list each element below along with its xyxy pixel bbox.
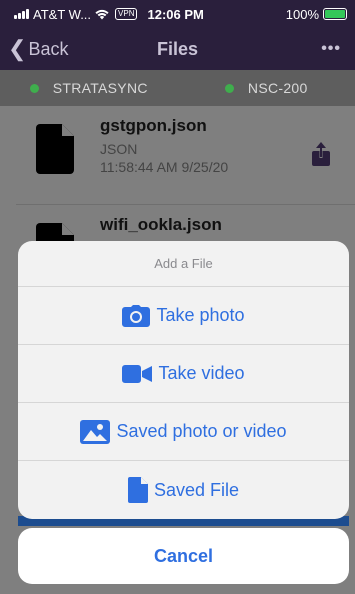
take-photo-button[interactable]: Take photo (18, 287, 349, 345)
action-sheet-title: Add a File (18, 241, 349, 287)
carrier-label: AT&T W... (33, 6, 92, 22)
status-left: AT&T W... VPN 12:06 PM (14, 7, 204, 22)
wifi-icon (95, 9, 109, 19)
status-time: 12:06 PM (147, 6, 204, 22)
status-dot-icon (29, 83, 39, 93)
vpn-badge: VPN (115, 8, 138, 20)
take-video-button[interactable]: Take video (18, 345, 349, 403)
saved-file-button[interactable]: Saved File (18, 461, 349, 519)
cancel-button[interactable]: Cancel (18, 528, 349, 584)
status-bar: AT&T W... VPN 12:06 PM 100% (0, 0, 355, 28)
signal-icon (14, 9, 29, 19)
photo-icon (80, 419, 111, 444)
device-nsc-200: NSC-200 (178, 80, 355, 96)
share-icon[interactable] (311, 142, 331, 166)
saved-file-label: Saved File (153, 479, 240, 500)
battery-icon (323, 8, 347, 20)
more-options-button[interactable]: ••• (321, 40, 341, 58)
take-video-label: Take video (158, 363, 245, 383)
file-info: gstgpon.json JSON 11:58:44 AM 9/25/20 (100, 116, 228, 176)
device-name: STRATASYNC (52, 80, 148, 96)
chevron-left-icon: ❮ (8, 36, 27, 61)
list-item[interactable]: gstgpon.json JSON 11:58:44 AM 9/25/20 (0, 106, 355, 204)
status-dot-icon (224, 83, 234, 93)
file-date: 11:58:44 AM 9/25/20 (100, 159, 229, 175)
take-photo-label: Take photo (156, 305, 245, 325)
file-type: JSON (100, 141, 138, 157)
status-right: 100% (286, 7, 347, 22)
file-name: wifi_ookla.json (100, 215, 222, 234)
saved-photo-or-video-button[interactable]: Saved photo or video (18, 403, 349, 461)
add-file-action-sheet: Add a File Take photo Take video Saved p… (18, 241, 349, 519)
back-button[interactable]: ❮ Back (8, 36, 68, 62)
navigation-bar: ❮ Back Files ••• (0, 28, 355, 70)
back-label: Back (28, 38, 69, 59)
document-icon (127, 477, 148, 503)
device-status-bar: STRATASYNC NSC-200 (0, 70, 355, 106)
video-camera-icon (122, 364, 153, 383)
battery-fill (325, 10, 345, 18)
battery-percent: 100% (285, 6, 319, 22)
saved-photo-label: Saved photo or video (116, 421, 287, 441)
document-icon (36, 124, 74, 174)
file-name: gstgpon.json (100, 116, 207, 135)
camera-icon (122, 304, 151, 327)
device-name: NSC-200 (247, 80, 308, 96)
device-stratasync: STRATASYNC (0, 80, 178, 96)
